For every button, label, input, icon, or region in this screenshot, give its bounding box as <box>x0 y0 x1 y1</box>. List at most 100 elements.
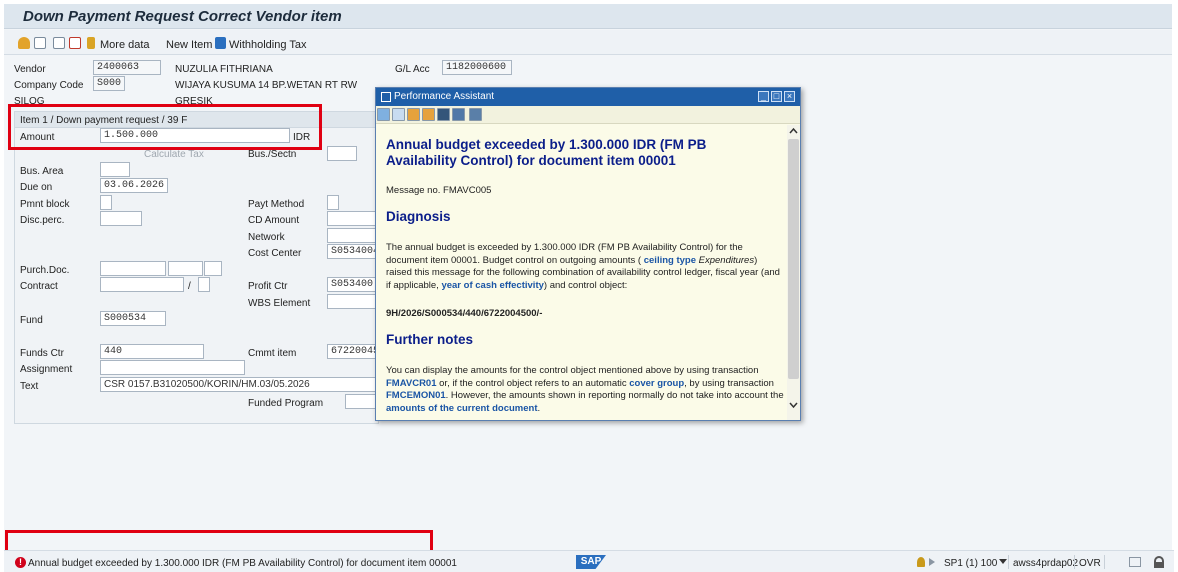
bus-area-label: Bus. Area <box>20 166 64 177</box>
forward-arrow-icon[interactable] <box>392 108 405 121</box>
scroll-up-icon[interactable] <box>787 125 800 137</box>
application-toolbar: More data New Item Withholding Tax <box>4 30 1172 55</box>
gl-acc-field[interactable]: 1182000600 <box>442 60 512 75</box>
error-icon: ! <box>15 557 26 568</box>
purch-doc-sub-field[interactable] <box>204 261 222 276</box>
fund-field[interactable]: S000534 <box>100 311 166 326</box>
dialog-toolbar <box>376 106 800 124</box>
scroll-thumb[interactable] <box>788 139 799 379</box>
maximize-icon[interactable]: □ <box>771 91 782 102</box>
bookmark-icon[interactable] <box>437 108 450 121</box>
profit-ctr-field[interactable]: S053400 <box>327 277 377 292</box>
close-icon[interactable]: × <box>784 91 795 102</box>
cd-amount-field[interactable] <box>327 211 377 226</box>
contract-field[interactable] <box>100 277 184 292</box>
play-icon[interactable] <box>929 558 935 566</box>
text-field[interactable]: CSR 0157.B31020500/KORIN/HM.03/05.2026 <box>100 377 377 392</box>
bus-sectn-field[interactable] <box>327 146 357 161</box>
payt-method-field[interactable] <box>327 195 339 210</box>
message-heading: Annual budget exceeded by 1.300.000 IDR … <box>386 137 707 168</box>
due-on-label: Due on <box>20 182 53 193</box>
contract-item-field[interactable] <box>198 277 210 292</box>
wbs-element-field[interactable] <box>327 294 377 309</box>
funded-program-label: Funded Program <box>248 398 324 409</box>
cover-group-link[interactable]: cover group <box>629 378 684 389</box>
print-icon[interactable] <box>452 108 465 121</box>
new-item-button[interactable]: New Item <box>166 39 212 51</box>
diagnosis-text: The annual budget is exceeded by 1.300.0… <box>386 242 784 292</box>
wbs-element-label: WBS Element <box>248 298 311 309</box>
dialog-window-icon <box>381 92 391 102</box>
payt-method-label: Payt Method <box>248 199 305 210</box>
cost-center-field[interactable]: S0534004 <box>327 244 377 259</box>
gl-acc-label: G/L Acc <box>395 64 430 75</box>
status-separator-1 <box>1008 555 1009 569</box>
page-title: Down Payment Request Correct Vendor item <box>23 8 342 25</box>
vendor-name: NUZULIA FITHRIANA <box>175 64 273 75</box>
minimize-icon[interactable]: _ <box>758 91 769 102</box>
performance-assistant-dialog: Performance Assistant _ □ × Annual budge… <box>375 87 801 421</box>
ceiling-type-link[interactable]: ceiling type <box>644 255 696 266</box>
disc-perc-label: Disc.perc. <box>20 215 65 226</box>
copy-icon[interactable] <box>69 37 81 49</box>
server-name: awss4prdap02 <box>1013 558 1079 569</box>
refresh-icon[interactable] <box>34 37 46 49</box>
home-icon[interactable] <box>407 108 420 121</box>
further-part-4: . However, the amounts shown in reportin… <box>445 390 784 401</box>
person-icon[interactable] <box>18 37 30 49</box>
amount-field[interactable]: 1.500.000 <box>100 128 290 143</box>
assignment-field[interactable] <box>100 360 245 375</box>
funds-ctr-field[interactable]: 440 <box>100 344 204 359</box>
unlock-icon[interactable] <box>1154 556 1164 568</box>
withholding-tax-button[interactable]: Withholding Tax <box>229 39 306 51</box>
status-message[interactable]: Annual budget exceeded by 1.300.000 IDR … <box>28 558 457 569</box>
key-icon[interactable] <box>917 557 925 567</box>
purch-doc-field[interactable] <box>100 261 166 276</box>
info-icon[interactable] <box>215 37 226 49</box>
purch-doc-item-field[interactable] <box>168 261 203 276</box>
calculate-tax-label[interactable]: Calculate Tax <box>144 149 204 160</box>
fund-label: Fund <box>20 315 43 326</box>
title-bar: Down Payment Request Correct Vendor item <box>4 4 1172 29</box>
due-on-field[interactable]: 03.06.2026 <box>100 178 168 193</box>
dialog-title-bar: Performance Assistant _ □ × <box>376 88 800 106</box>
more-data-button[interactable]: More data <box>100 39 150 51</box>
diagnosis-heading: Diagnosis <box>386 209 451 224</box>
cmmt-item-field[interactable]: 67220045 <box>327 344 377 359</box>
currency-label: IDR <box>293 132 311 143</box>
dialog-scrollbar[interactable] <box>787 125 800 420</box>
contract-label: Contract <box>20 281 58 292</box>
system-info[interactable]: SP1 (1) 100 <box>944 558 997 569</box>
chevron-down-icon[interactable] <box>999 559 1007 564</box>
further-notes-text: You can display the amounts for the cont… <box>386 365 784 415</box>
insert-mode[interactable]: OVR <box>1079 558 1101 569</box>
funded-program-field[interactable] <box>345 394 377 409</box>
company-code-field[interactable]: S000 <box>93 76 125 91</box>
network-field[interactable] <box>327 228 377 243</box>
year-of-cash-effectivity-link[interactable]: year of cash effectivity <box>441 280 543 291</box>
disc-perc-field[interactable] <box>100 211 142 226</box>
vendor-city-1: SILOG <box>14 96 45 107</box>
cd-amount-label: CD Amount <box>248 215 300 226</box>
pencil-icon[interactable] <box>87 37 95 49</box>
scroll-down-icon[interactable] <box>787 399 800 411</box>
further-part-1: You can display the amounts for the cont… <box>386 365 759 376</box>
bus-area-field[interactable] <box>100 162 130 177</box>
technical-info-icon[interactable] <box>422 108 435 121</box>
document-icon[interactable] <box>53 37 65 49</box>
back-arrow-icon[interactable] <box>377 108 390 121</box>
sap-logo: SAP <box>576 555 606 569</box>
close-help-icon[interactable] <box>469 108 482 121</box>
status-bar: ! Annual budget exceeded by 1.300.000 ID… <box>4 550 1174 572</box>
fmcemon01-link[interactable]: FMCEMON01 <box>386 390 446 401</box>
fmavcr01-link[interactable]: FMAVCR01 <box>386 378 437 389</box>
vendor-address: WIJAYA KUSUMA 14 BP.WETAN RT RW <box>175 80 358 91</box>
contract-separator: / <box>188 281 191 292</box>
message-number: Message no. FMAVC005 <box>386 185 492 196</box>
further-part-5: . <box>537 402 541 414</box>
session-icon[interactable] <box>1129 557 1141 567</box>
pmnt-block-field[interactable] <box>100 195 112 210</box>
vendor-field[interactable]: 2400063 <box>93 60 161 75</box>
vendor-city-2: GRESIK <box>175 96 213 107</box>
amounts-current-document-link[interactable]: amounts of the current document <box>386 403 537 414</box>
